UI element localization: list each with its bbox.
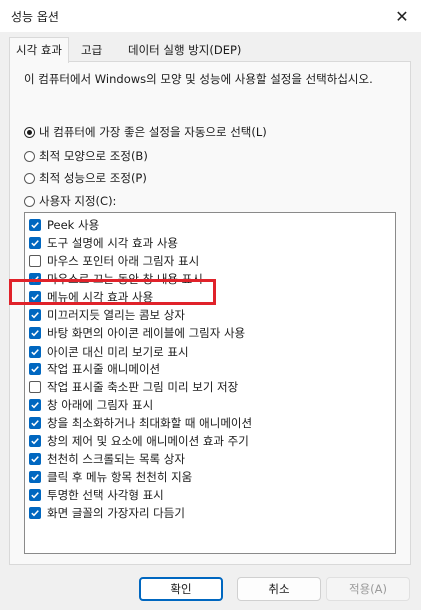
radio-indicator (24, 172, 35, 184)
checkbox-checked[interactable] (29, 327, 41, 339)
window-title: 성능 옵션 (11, 10, 59, 24)
tab-advanced[interactable]: 고급 (75, 40, 108, 62)
radio-best-performance[interactable]: 최적 성능으로 조정(P) (24, 169, 147, 187)
option-label: Peek 사용 (47, 218, 100, 232)
option-drag-contents[interactable]: 마우스로 끄는 동안 창 내용 표시 (29, 270, 203, 288)
option-tooltip-effects[interactable]: 도구 설명에 시각 효과 사용 (29, 234, 178, 252)
option-save-taskbar-thumbnails[interactable]: 작업 표시줄 축소판 그림 미리 보기 저장 (29, 378, 238, 396)
option-label: 미끄러지듯 열리는 콤보 상자 (47, 308, 185, 322)
radio-label: 사용자 지정(C): (39, 194, 117, 208)
description-text: 이 컴퓨터에서 Windows의 모양 및 성능에 사용할 설정을 선택하십시오… (24, 72, 373, 86)
option-label: 아이콘 대신 미리 보기로 표시 (47, 345, 189, 359)
option-control-animation[interactable]: 창의 제어 및 요소에 애니메이션 효과 주기 (29, 432, 249, 450)
radio-best-appearance[interactable]: 최적 모양으로 조정(B) (24, 147, 148, 165)
option-label: 마우스로 끄는 동안 창 내용 표시 (47, 272, 203, 286)
option-label: 창 아래에 그림자 표시 (47, 398, 154, 412)
option-label: 천천히 스크롤되는 목록 상자 (47, 452, 185, 466)
option-label: 투명한 선택 사각형 표시 (47, 488, 164, 502)
option-label: 작업 표시줄 축소판 그림 미리 보기 저장 (47, 380, 239, 394)
option-label: 창을 최소화하거나 최대화할 때 애니메이션 (47, 416, 253, 430)
option-window-shadow[interactable]: 창 아래에 그림자 표시 (29, 396, 153, 414)
option-font-smoothing[interactable]: 화면 글꼴의 가장자리 다듬기 (29, 504, 185, 522)
option-translucent-selection[interactable]: 투명한 선택 사각형 표시 (29, 486, 164, 504)
option-menu-effects[interactable]: 메뉴에 시각 효과 사용 (29, 288, 153, 306)
apply-button[interactable]: 적용(A) (326, 577, 410, 601)
option-label: 마우스 포인터 아래 그림자 표시 (47, 254, 200, 268)
title-bar: 성능 옵션 ✕ (0, 0, 421, 32)
checkbox-checked[interactable] (29, 435, 41, 447)
option-label: 클릭 후 메뉴 항목 천천히 지움 (47, 470, 193, 484)
option-show-thumbnails[interactable]: 아이콘 대신 미리 보기로 표시 (29, 343, 189, 361)
option-label: 작업 표시줄 애니메이션 (47, 362, 161, 376)
option-fade-menu[interactable]: 클릭 후 메뉴 항목 천천히 지움 (29, 468, 192, 486)
checkbox-checked[interactable] (29, 399, 41, 411)
radio-indicator (24, 150, 35, 162)
checkbox-unchecked[interactable] (29, 255, 41, 267)
option-smooth-scroll[interactable]: 천천히 스크롤되는 목록 상자 (29, 450, 185, 468)
radio-label: 내 컴퓨터에 가장 좋은 설정을 자동으로 선택(L) (39, 125, 267, 139)
checkbox-checked[interactable] (29, 489, 41, 501)
radio-custom[interactable]: 사용자 지정(C): (24, 192, 116, 210)
checkbox-checked[interactable] (29, 291, 41, 303)
radio-indicator (24, 195, 35, 207)
option-slide-combo[interactable]: 미끄러지듯 열리는 콤보 상자 (29, 306, 185, 324)
checkbox-checked[interactable] (29, 417, 41, 429)
option-minmax-animation[interactable]: 창을 최소화하거나 최대화할 때 애니메이션 (29, 414, 252, 432)
option-label: 창의 제어 및 요소에 애니메이션 효과 주기 (47, 434, 249, 448)
effects-list[interactable]: Peek 사용 도구 설명에 시각 효과 사용 마우스 포인터 아래 그림자 표… (24, 212, 396, 554)
option-label: 도구 설명에 시각 효과 사용 (47, 236, 179, 250)
cancel-button[interactable]: 취소 (237, 577, 321, 601)
radio-indicator (24, 126, 35, 138)
checkbox-checked[interactable] (29, 309, 41, 321)
ok-button[interactable]: 확인 (139, 577, 223, 601)
checkbox-unchecked[interactable] (29, 381, 41, 393)
radio-label: 최적 모양으로 조정(B) (39, 149, 148, 163)
checkbox-checked[interactable] (29, 219, 41, 231)
checkbox-checked[interactable] (29, 507, 41, 519)
tab-dep[interactable]: 데이터 실행 방지(DEP) (122, 40, 247, 62)
option-icon-label-shadow[interactable]: 바탕 화면의 아이콘 레이블에 그림자 사용 (29, 324, 245, 342)
checkbox-checked[interactable] (29, 453, 41, 465)
option-label: 메뉴에 시각 효과 사용 (47, 290, 154, 304)
radio-best-auto[interactable]: 내 컴퓨터에 가장 좋은 설정을 자동으로 선택(L) (24, 123, 267, 141)
option-peek[interactable]: Peek 사용 (29, 216, 99, 234)
close-button[interactable]: ✕ (383, 0, 421, 32)
checkbox-checked[interactable] (29, 273, 41, 285)
checkbox-checked[interactable] (29, 346, 41, 358)
option-label: 바탕 화면의 아이콘 레이블에 그림자 사용 (47, 326, 246, 340)
option-pointer-shadow[interactable]: 마우스 포인터 아래 그림자 표시 (29, 252, 199, 270)
checkbox-checked[interactable] (29, 471, 41, 483)
tab-visual-effects[interactable]: 시각 효과 (9, 37, 69, 63)
option-label: 화면 글꼴의 가장자리 다듬기 (47, 506, 185, 520)
checkbox-checked[interactable] (29, 237, 41, 249)
radio-label: 최적 성능으로 조정(P) (39, 171, 147, 185)
visual-effects-panel: 이 컴퓨터에서 Windows의 모양 및 성능에 사용할 설정을 선택하십시오… (9, 61, 411, 565)
checkbox-checked[interactable] (29, 363, 41, 375)
option-taskbar-animation[interactable]: 작업 표시줄 애니메이션 (29, 360, 160, 378)
close-icon: ✕ (395, 6, 409, 26)
